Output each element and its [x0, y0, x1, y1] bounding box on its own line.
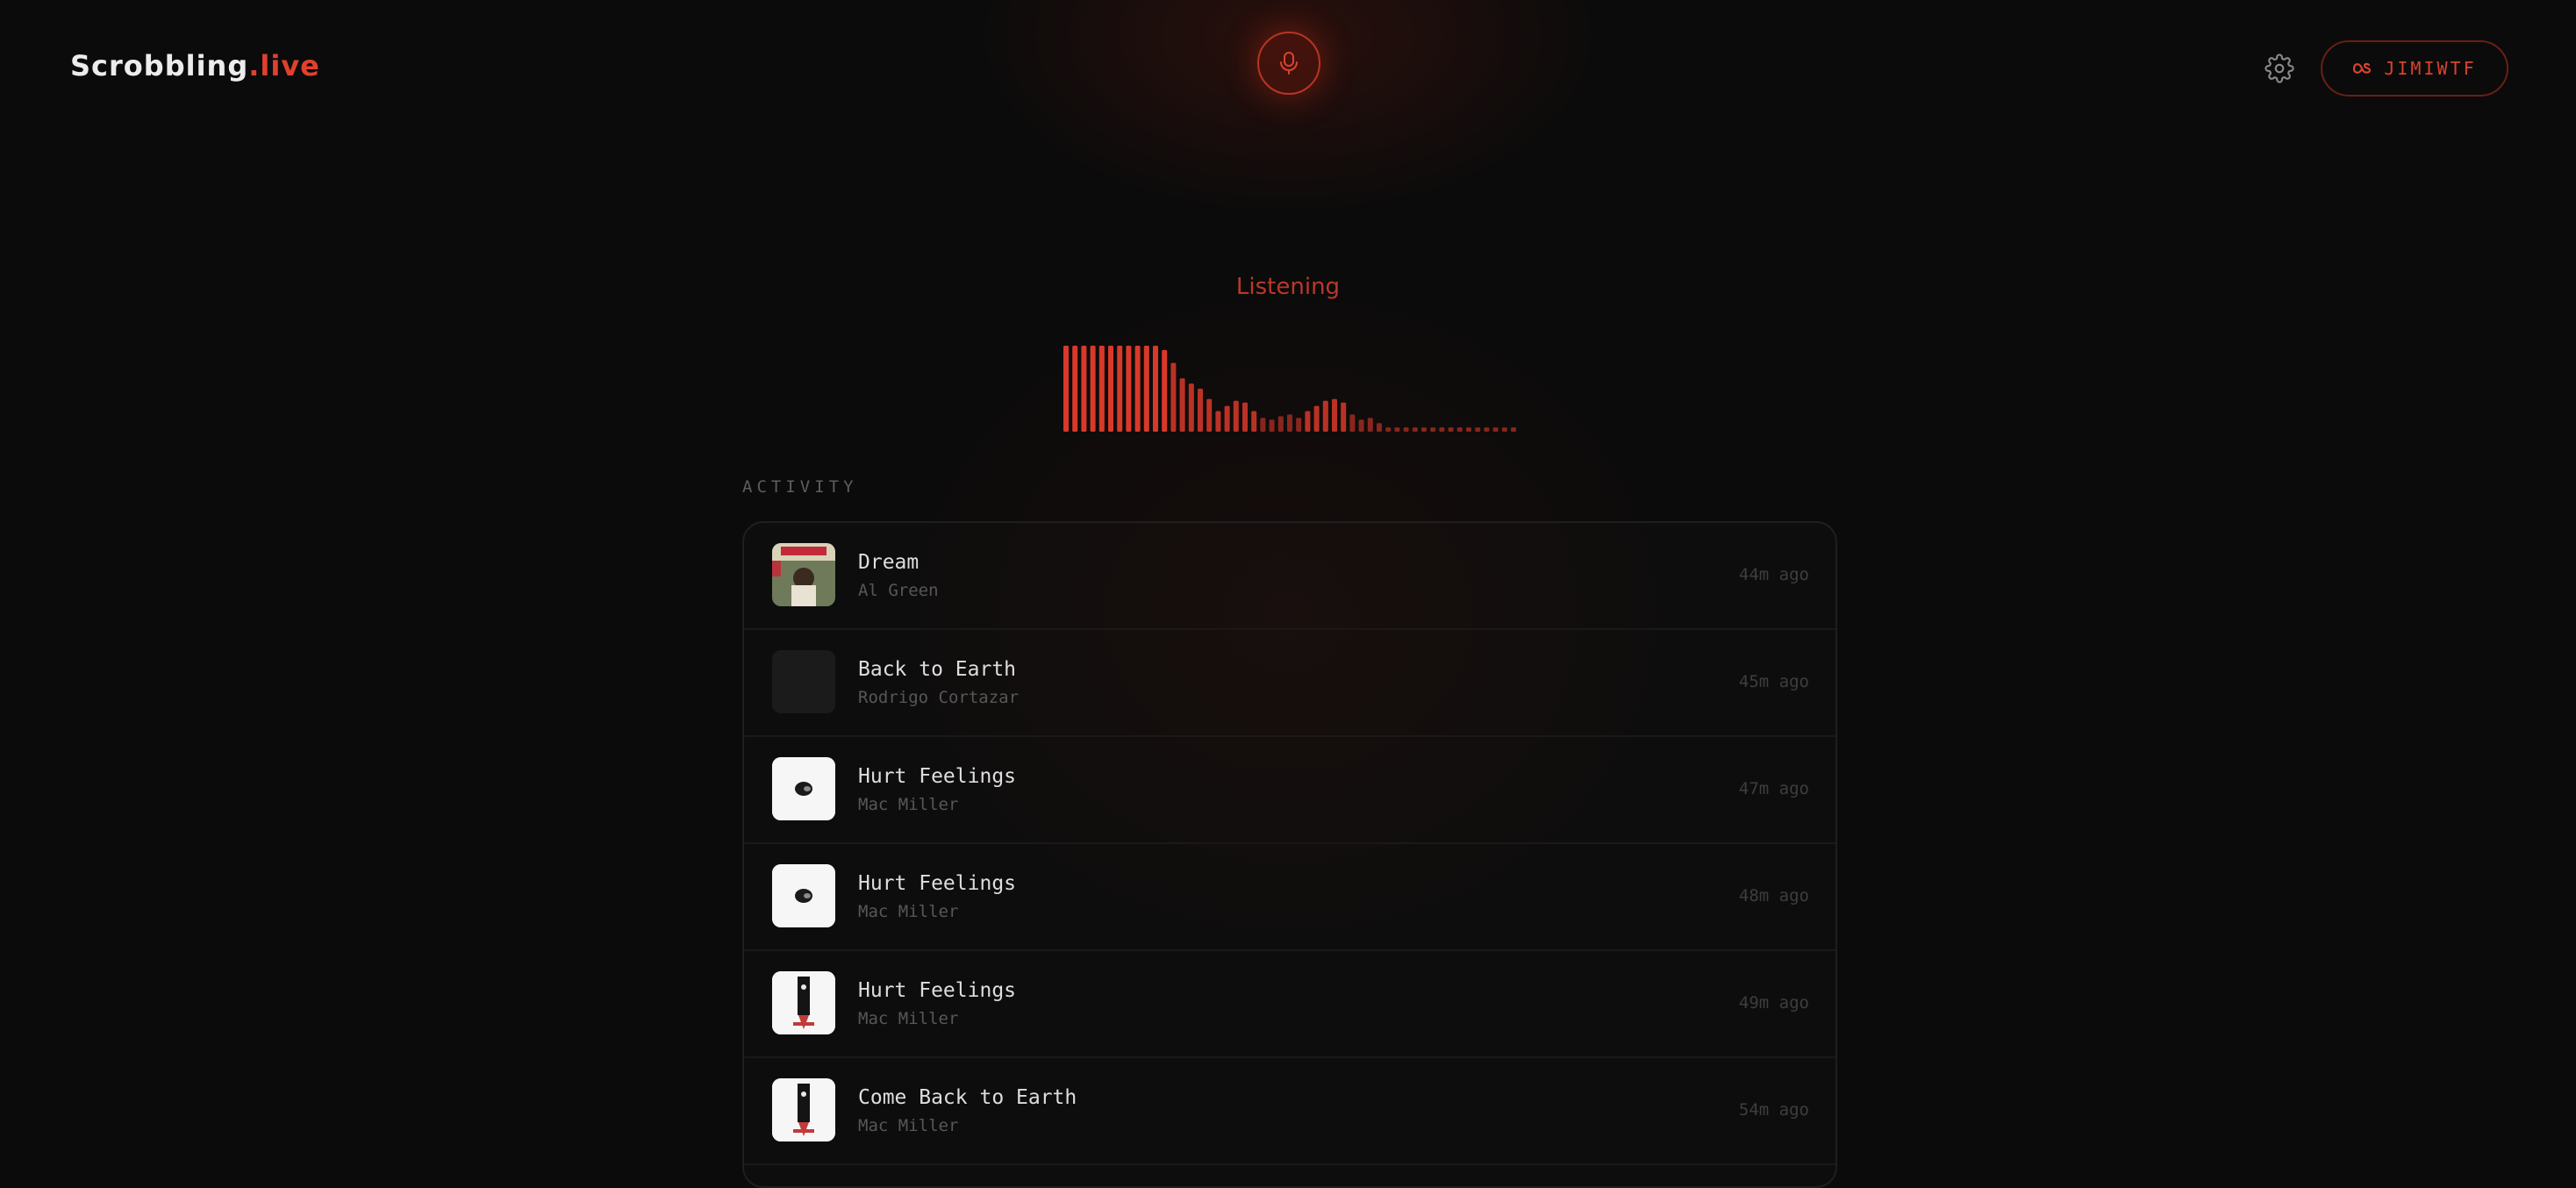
album-art [772, 1078, 835, 1141]
track-title: Back to Earth [858, 658, 1017, 681]
visualizer-bar [1484, 427, 1490, 432]
visualizer-bar [1511, 427, 1516, 432]
microphone-icon [1280, 52, 1298, 75]
activity-row[interactable]: Come Back to Earth Mac Miller 54m ago [744, 1058, 1835, 1165]
visualizer-bar [1492, 427, 1499, 432]
visualizer-bar [1153, 346, 1158, 432]
visualizer-bar [1332, 398, 1337, 432]
lastfm-icon [2353, 62, 2372, 74]
listening-status: Listening [1235, 274, 1341, 300]
track-artist: Mac Miller [858, 902, 959, 921]
settings-button[interactable] [2260, 49, 2299, 88]
track-title: Dream [858, 551, 919, 574]
track-artist: Mac Miller [858, 1116, 959, 1135]
track-title: Hurt Feelings [858, 979, 1017, 1002]
track-artist: Rodrigo Cortazar [858, 688, 1020, 707]
visualizer-bar [1439, 427, 1445, 432]
activity-row[interactable]: Back to Earth Rodrigo Cortazar 45m ago [744, 630, 1835, 737]
visualizer-bar [1242, 402, 1248, 432]
album-art [772, 971, 835, 1034]
scrobble-time: 49m ago [1738, 993, 1809, 1013]
visualizer-bar [1394, 427, 1400, 432]
microphone-button[interactable] [1257, 32, 1320, 95]
visualizer-bar [1188, 383, 1194, 432]
visualizer-bar [1377, 423, 1382, 432]
visualizer-bar [1313, 405, 1320, 432]
track-title: Hurt Feelings [858, 765, 1017, 788]
visualizer-bar [1233, 400, 1239, 432]
album-art [772, 864, 835, 927]
visualizer-bar [1215, 411, 1221, 432]
visualizer-bar [1206, 398, 1213, 432]
activity-row[interactable]: Hurt Feelings Mac Miller 49m ago [744, 951, 1835, 1058]
visualizer-bar [1090, 346, 1096, 432]
activity-row[interactable]: Hurt Feelings Mac Miller 47m ago [744, 737, 1835, 844]
visualizer-bar [1224, 405, 1230, 432]
activity-list: Dream Al Green 44m ago Back to Earth Rodrigo… [742, 521, 1837, 1188]
visualizer-bar [1456, 427, 1463, 432]
activity-row[interactable]: Hurt Feelings Mac Miller 48m ago [744, 844, 1835, 951]
activity-heading: ACTIVITY [742, 477, 858, 497]
visualizer-bar [1358, 419, 1364, 432]
track-artist: Mac Miller [858, 795, 959, 814]
track-artist: Al Green [858, 581, 939, 600]
visualizer-bar [1305, 411, 1311, 432]
brand-logo[interactable]: Scrobbling.live [70, 49, 320, 82]
album-art [772, 757, 835, 820]
visualizer-bar [1367, 418, 1373, 432]
activity-row[interactable]: Dream Al Green 44m ago [744, 523, 1835, 630]
visualizer-bar [1098, 346, 1105, 432]
scrobble-time: 47m ago [1738, 779, 1809, 798]
scrobble-time: 54m ago [1738, 1100, 1809, 1120]
album-art [772, 650, 835, 713]
visualizer-bar [1403, 427, 1409, 432]
visualizer-bar [1349, 414, 1356, 432]
visualizer-bar [1421, 427, 1427, 432]
scrobble-time: 48m ago [1738, 886, 1809, 905]
track-artist: Mac Miller [858, 1009, 959, 1028]
visualizer-bar [1287, 414, 1292, 432]
track-title: Come Back to Earth [858, 1086, 1077, 1109]
visualizer-bar [1072, 346, 1078, 432]
scrobble-time: 45m ago [1738, 672, 1809, 691]
visualizer-bar [1081, 346, 1087, 432]
visualizer-bar [1322, 400, 1328, 432]
visualizer-bar [1296, 418, 1302, 432]
visualizer-bar [1179, 378, 1185, 432]
visualizer-bar [1475, 427, 1481, 432]
username-label: JIMIWTF [2384, 58, 2477, 79]
user-account-button[interactable]: JIMIWTF [2321, 40, 2508, 97]
scrobble-time: 44m ago [1738, 565, 1809, 584]
visualizer-bar [1063, 346, 1069, 432]
track-title: Hurt Feelings [858, 872, 1017, 895]
gear-icon [2265, 54, 2294, 83]
visualizer-bar [1126, 346, 1132, 432]
brand-suffix: .live [248, 49, 320, 82]
visualizer-bar [1466, 427, 1471, 432]
visualizer-bar [1412, 427, 1418, 432]
visualizer-bar [1251, 411, 1257, 432]
visualizer-bar [1134, 346, 1141, 432]
visualizer-bar [1448, 427, 1454, 432]
visualizer-bar [1341, 402, 1347, 432]
visualizer-bar [1501, 427, 1507, 432]
visualizer-bar [1162, 349, 1168, 432]
visualizer-bar [1385, 427, 1392, 432]
visualizer-bar [1260, 418, 1266, 432]
visualizer-bar [1430, 427, 1436, 432]
visualizer-bar [1143, 346, 1149, 432]
top-bar: Scrobbling.live JIMIWTF [0, 0, 2576, 140]
visualizer-bar [1170, 362, 1177, 432]
visualizer-bar [1117, 346, 1123, 432]
visualizer-bar [1198, 389, 1203, 432]
visualizer-bar [1108, 346, 1113, 432]
album-art [772, 543, 835, 606]
audio-visualizer [1063, 346, 1516, 432]
brand-name: Scrobbling [70, 49, 249, 82]
visualizer-bar [1269, 419, 1275, 432]
visualizer-bar [1277, 416, 1284, 432]
